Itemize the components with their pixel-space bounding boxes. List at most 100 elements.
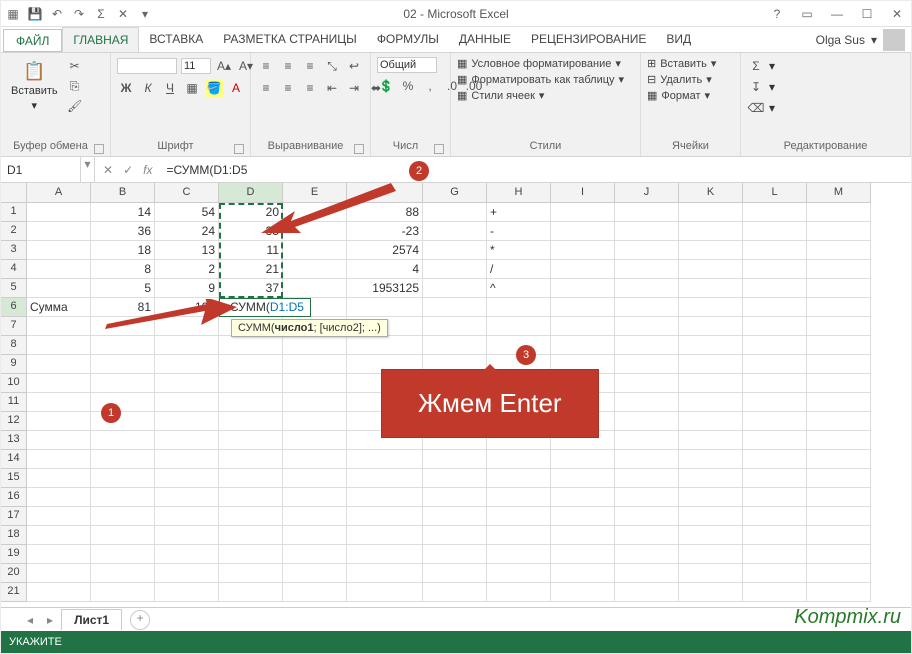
- spreadsheet-grid[interactable]: ABCDEFGHIJKLM 12345678910111213141516171…: [1, 183, 911, 613]
- cell-C2[interactable]: 24: [155, 222, 219, 241]
- cell-K3[interactable]: [679, 241, 743, 260]
- cell-H1[interactable]: +: [487, 203, 551, 222]
- align-left-icon[interactable]: ≡: [257, 79, 275, 97]
- cell-L5[interactable]: [743, 279, 807, 298]
- cell-J4[interactable]: [615, 260, 679, 279]
- cell-M18[interactable]: [807, 526, 871, 545]
- cell-M1[interactable]: [807, 203, 871, 222]
- cell-A13[interactable]: [27, 431, 91, 450]
- cell-C10[interactable]: [155, 374, 219, 393]
- cell-L9[interactable]: [743, 355, 807, 374]
- cell-K5[interactable]: [679, 279, 743, 298]
- row-head-21[interactable]: 21: [1, 583, 27, 602]
- cell-L20[interactable]: [743, 564, 807, 583]
- cell-F5[interactable]: 1953125: [347, 279, 423, 298]
- cell-M19[interactable]: [807, 545, 871, 564]
- cell-J6[interactable]: [615, 298, 679, 317]
- fill-icon[interactable]: ↧: [747, 78, 765, 96]
- cell-H16[interactable]: [487, 488, 551, 507]
- cell-L8[interactable]: [743, 336, 807, 355]
- tab-data[interactable]: ДАННЫЕ: [449, 27, 521, 52]
- cell-C1[interactable]: 54: [155, 203, 219, 222]
- cell-C14[interactable]: [155, 450, 219, 469]
- cell-A10[interactable]: [27, 374, 91, 393]
- ribbon-options-icon[interactable]: ▭: [797, 7, 817, 21]
- cell-styles-button[interactable]: ▦ Стили ячеек ▾: [457, 89, 544, 102]
- align-right-icon[interactable]: ≡: [301, 79, 319, 97]
- cell-I8[interactable]: [551, 336, 615, 355]
- tab-formulas[interactable]: ФОРМУЛЫ: [367, 27, 449, 52]
- minimize-icon[interactable]: —: [827, 7, 847, 21]
- row-head-20[interactable]: 20: [1, 564, 27, 583]
- align-center-icon[interactable]: ≡: [279, 79, 297, 97]
- conditional-fmt-button[interactable]: ▦ Условное форматирование ▾: [457, 57, 621, 70]
- cell-D16[interactable]: [219, 488, 283, 507]
- cell-L17[interactable]: [743, 507, 807, 526]
- cell-M5[interactable]: [807, 279, 871, 298]
- cell-H3[interactable]: *: [487, 241, 551, 260]
- cell-C15[interactable]: [155, 469, 219, 488]
- cell-M16[interactable]: [807, 488, 871, 507]
- cell-C5[interactable]: 9: [155, 279, 219, 298]
- cell-M8[interactable]: [807, 336, 871, 355]
- align-bottom-icon[interactable]: ≡: [301, 57, 319, 75]
- col-head-A[interactable]: A: [27, 183, 91, 203]
- copy-icon[interactable]: ⎘: [66, 77, 84, 95]
- cell-B16[interactable]: [91, 488, 155, 507]
- cell-M7[interactable]: [807, 317, 871, 336]
- cell-C21[interactable]: [155, 583, 219, 602]
- select-all-corner[interactable]: [1, 183, 27, 203]
- cell-K18[interactable]: [679, 526, 743, 545]
- cell-M14[interactable]: [807, 450, 871, 469]
- cell-D12[interactable]: [219, 412, 283, 431]
- name-box[interactable]: D1: [1, 157, 81, 182]
- cell-H18[interactable]: [487, 526, 551, 545]
- cell-C8[interactable]: [155, 336, 219, 355]
- cell-L16[interactable]: [743, 488, 807, 507]
- cell-D18[interactable]: [219, 526, 283, 545]
- cell-B4[interactable]: 8: [91, 260, 155, 279]
- col-head-H[interactable]: H: [487, 183, 551, 203]
- border-icon[interactable]: ▦: [183, 79, 201, 97]
- cell-K17[interactable]: [679, 507, 743, 526]
- font-family-box[interactable]: [117, 58, 177, 74]
- cell-G20[interactable]: [423, 564, 487, 583]
- cell-F16[interactable]: [347, 488, 423, 507]
- cell-J13[interactable]: [615, 431, 679, 450]
- cell-H19[interactable]: [487, 545, 551, 564]
- enter-icon[interactable]: ✓: [123, 163, 133, 177]
- dialog-launcher[interactable]: [434, 144, 444, 154]
- cell-E15[interactable]: [283, 469, 347, 488]
- cell-M2[interactable]: [807, 222, 871, 241]
- cell-H17[interactable]: [487, 507, 551, 526]
- cell-E19[interactable]: [283, 545, 347, 564]
- help-icon[interactable]: ?: [767, 7, 787, 21]
- cell-I15[interactable]: [551, 469, 615, 488]
- cell-L13[interactable]: [743, 431, 807, 450]
- cell-C20[interactable]: [155, 564, 219, 583]
- cell-G8[interactable]: [423, 336, 487, 355]
- cell-J3[interactable]: [615, 241, 679, 260]
- cell-L2[interactable]: [743, 222, 807, 241]
- cell-F21[interactable]: [347, 583, 423, 602]
- cell-J17[interactable]: [615, 507, 679, 526]
- cell-A6[interactable]: Сумма: [27, 298, 91, 317]
- cell-F20[interactable]: [347, 564, 423, 583]
- delete-cells-button[interactable]: ⊟ Удалить ▾: [647, 73, 712, 86]
- cell-D13[interactable]: [219, 431, 283, 450]
- cell-B2[interactable]: 36: [91, 222, 155, 241]
- cell-J2[interactable]: [615, 222, 679, 241]
- user-area[interactable]: Olga Sus ▾: [816, 27, 911, 52]
- cell-L7[interactable]: [743, 317, 807, 336]
- cell-K16[interactable]: [679, 488, 743, 507]
- cell-K10[interactable]: [679, 374, 743, 393]
- qat-dropdown-icon[interactable]: ▾: [137, 6, 153, 22]
- cell-A3[interactable]: [27, 241, 91, 260]
- row-head-12[interactable]: 12: [1, 412, 27, 431]
- cell-I3[interactable]: [551, 241, 615, 260]
- autosum-icon[interactable]: Σ: [747, 57, 765, 75]
- dialog-launcher[interactable]: [94, 144, 104, 154]
- cell-E4[interactable]: [283, 260, 347, 279]
- cell-G2[interactable]: [423, 222, 487, 241]
- col-head-M[interactable]: M: [807, 183, 871, 203]
